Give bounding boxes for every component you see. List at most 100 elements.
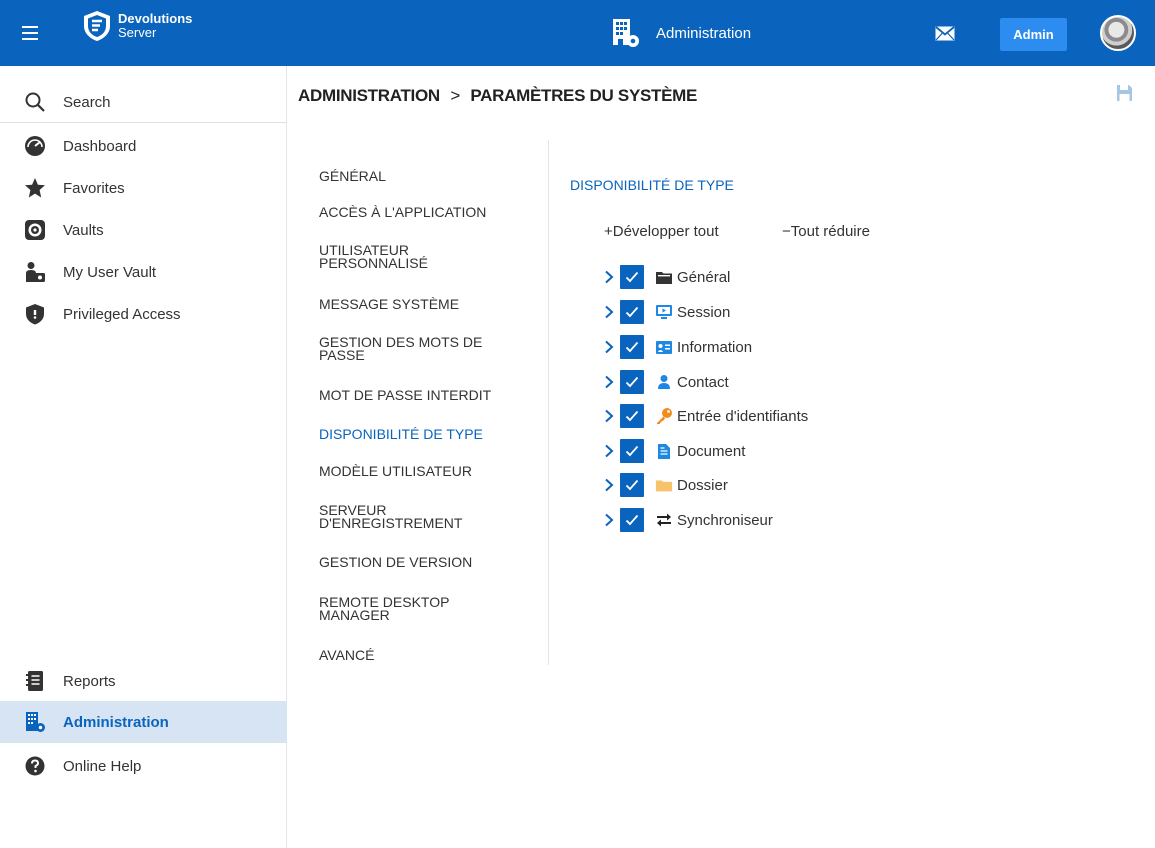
- sidebar-item-label: Online Help: [63, 757, 142, 775]
- settings-nav-password-management[interactable]: GESTION DES MOTS DE PASSE: [319, 335, 519, 363]
- sidebar-item-my-user-vault[interactable]: My User Vault: [0, 251, 287, 293]
- chevron-right-icon[interactable]: [600, 405, 618, 427]
- top-bar: Devolutions Server Administration Admin: [0, 0, 1155, 66]
- collapse-all-button[interactable]: −Tout réduire: [782, 223, 870, 240]
- key-icon: [655, 407, 673, 425]
- tree-item-label: Dossier: [677, 476, 728, 494]
- chevron-right-icon[interactable]: [600, 301, 618, 323]
- settings-nav-recording-server[interactable]: SERVEUR D'ENREGISTREMENT: [319, 503, 519, 531]
- sidebar-item-label: Reports: [63, 672, 116, 690]
- app-logo[interactable]: Devolutions Server: [82, 10, 192, 42]
- breadcrumb-root[interactable]: ADMINISTRATION: [298, 86, 440, 105]
- tree-checkbox[interactable]: [620, 335, 644, 359]
- session-icon: [655, 303, 673, 321]
- tree-item-synchronizer: Synchroniseur: [600, 506, 773, 534]
- chevron-right-icon[interactable]: [600, 266, 618, 288]
- avatar[interactable]: [1100, 15, 1136, 51]
- settings-nav-forbidden-password[interactable]: MOT DE PASSE INTERDIT: [319, 387, 519, 403]
- nav-label-line2: MANAGER: [319, 607, 390, 623]
- sync-icon: [655, 511, 673, 529]
- sidebar-item-vaults[interactable]: Vaults: [0, 209, 287, 251]
- tree-item-contact: Contact: [600, 368, 729, 396]
- tree-item-label: Contact: [677, 373, 729, 391]
- help-icon: [24, 755, 46, 777]
- settings-nav-remote-desktop-manager[interactable]: REMOTE DESKTOP MANAGER: [319, 595, 519, 623]
- module-title-text: Administration: [656, 24, 752, 42]
- chevron-right-icon[interactable]: [600, 336, 618, 358]
- tree-checkbox[interactable]: [620, 404, 644, 428]
- user-admin-button[interactable]: Admin: [1000, 18, 1067, 51]
- settings-nav-version-management[interactable]: GESTION DE VERSION: [319, 554, 519, 570]
- reports-icon: [24, 670, 46, 692]
- sidebar-item-reports[interactable]: Reports: [0, 660, 287, 702]
- tree-checkbox[interactable]: [620, 508, 644, 532]
- sidebar-item-online-help[interactable]: Online Help: [0, 745, 287, 787]
- shield-icon: [24, 303, 46, 325]
- sidebar-item-favorites[interactable]: Favorites: [0, 167, 287, 209]
- nav-label: GESTION DE VERSION: [319, 554, 473, 570]
- administration-icon: [613, 19, 639, 47]
- tree-item-label: Synchroniseur: [677, 511, 773, 529]
- settings-nav-user-template[interactable]: MODÈLE UTILISATEUR: [319, 463, 519, 479]
- breadcrumb-separator: >: [450, 86, 460, 105]
- settings-nav-advanced[interactable]: AVANCÉ: [319, 648, 519, 662]
- nav-label: GÉNÉRAL: [319, 168, 386, 184]
- tree-item-label: Entrée d'identifiants: [677, 407, 809, 425]
- logo-line-1: Devolutions: [118, 11, 193, 26]
- nav-label: MODÈLE UTILISATEUR: [319, 463, 472, 479]
- settings-nav-general[interactable]: GÉNÉRAL: [319, 168, 519, 184]
- devolutions-logo-icon: [84, 11, 110, 41]
- sidebar-item-dashboard[interactable]: Dashboard: [0, 125, 287, 167]
- expand-all-button[interactable]: +Développer tout: [604, 223, 719, 240]
- search-icon: [24, 91, 46, 113]
- nav-label-line2: PERSONNALISÉ: [319, 255, 428, 271]
- sidebar-item-privileged-access[interactable]: Privileged Access: [0, 293, 287, 335]
- menu-icon[interactable]: [22, 26, 38, 40]
- chevron-right-icon[interactable]: [600, 509, 618, 531]
- mail-icon[interactable]: [935, 26, 955, 41]
- chevron-right-icon[interactable]: [600, 474, 618, 496]
- module-title: Administration: [612, 18, 751, 48]
- panel-title: DISPONIBILITÉ DE TYPE: [570, 177, 734, 193]
- breadcrumb: ADMINISTRATION > PARAMÈTRES DU SYSTÈME: [298, 86, 697, 106]
- settings-nav-application-access[interactable]: ACCÈS À L'APPLICATION: [319, 204, 519, 220]
- tree-item-information: Information: [600, 333, 752, 361]
- tree-checkbox[interactable]: [620, 265, 644, 289]
- dashboard-icon: [24, 135, 46, 157]
- contact-icon: [655, 373, 673, 391]
- tree-item-label: Session: [677, 303, 731, 321]
- chevron-right-icon[interactable]: [600, 440, 618, 462]
- administration-icon: [24, 711, 46, 733]
- tree-item-credential-entry: Entrée d'identifiants: [600, 402, 808, 430]
- sidebar-item-label: Administration: [63, 713, 169, 731]
- breadcrumb-current: PARAMÈTRES DU SYSTÈME: [470, 86, 698, 105]
- logo-line-2: Server: [118, 25, 157, 40]
- star-icon: [24, 177, 46, 199]
- sidebar-item-label: Search: [63, 93, 111, 111]
- settings-nav: GÉNÉRAL ACCÈS À L'APPLICATION UTILISATEU…: [319, 140, 549, 665]
- sidebar-item-label: Favorites: [63, 179, 125, 197]
- tree-checkbox[interactable]: [620, 370, 644, 394]
- folder-dark-icon: [655, 268, 673, 286]
- tree-checkbox[interactable]: [620, 473, 644, 497]
- nav-label-line2: D'ENREGISTREMENT: [319, 515, 463, 531]
- tree-item-label: Général: [677, 268, 731, 286]
- folder-icon: [655, 476, 673, 494]
- chevron-right-icon[interactable]: [600, 371, 618, 393]
- sidebar-item-search[interactable]: Search: [0, 81, 287, 123]
- tree-checkbox[interactable]: [620, 439, 644, 463]
- save-icon[interactable]: [1116, 84, 1133, 102]
- nav-label-line2: PASSE: [319, 347, 365, 363]
- settings-nav-system-message[interactable]: MESSAGE SYSTÈME: [319, 297, 519, 311]
- nav-label: ACCÈS À L'APPLICATION: [319, 204, 487, 220]
- information-card-icon: [655, 338, 673, 356]
- nav-label: MOT DE PASSE INTERDIT: [319, 387, 492, 403]
- settings-nav-custom-user[interactable]: UTILISATEUR PERSONNALISÉ: [319, 243, 519, 271]
- sidebar-item-label: Dashboard: [63, 137, 137, 155]
- sidebar-item-administration[interactable]: Administration: [0, 701, 287, 743]
- sidebar-item-label: My User Vault: [63, 263, 157, 281]
- tree-checkbox[interactable]: [620, 300, 644, 324]
- tree-item-folder: Dossier: [600, 471, 728, 499]
- document-icon: [655, 442, 673, 460]
- settings-nav-type-availability[interactable]: DISPONIBILITÉ DE TYPE: [319, 427, 519, 441]
